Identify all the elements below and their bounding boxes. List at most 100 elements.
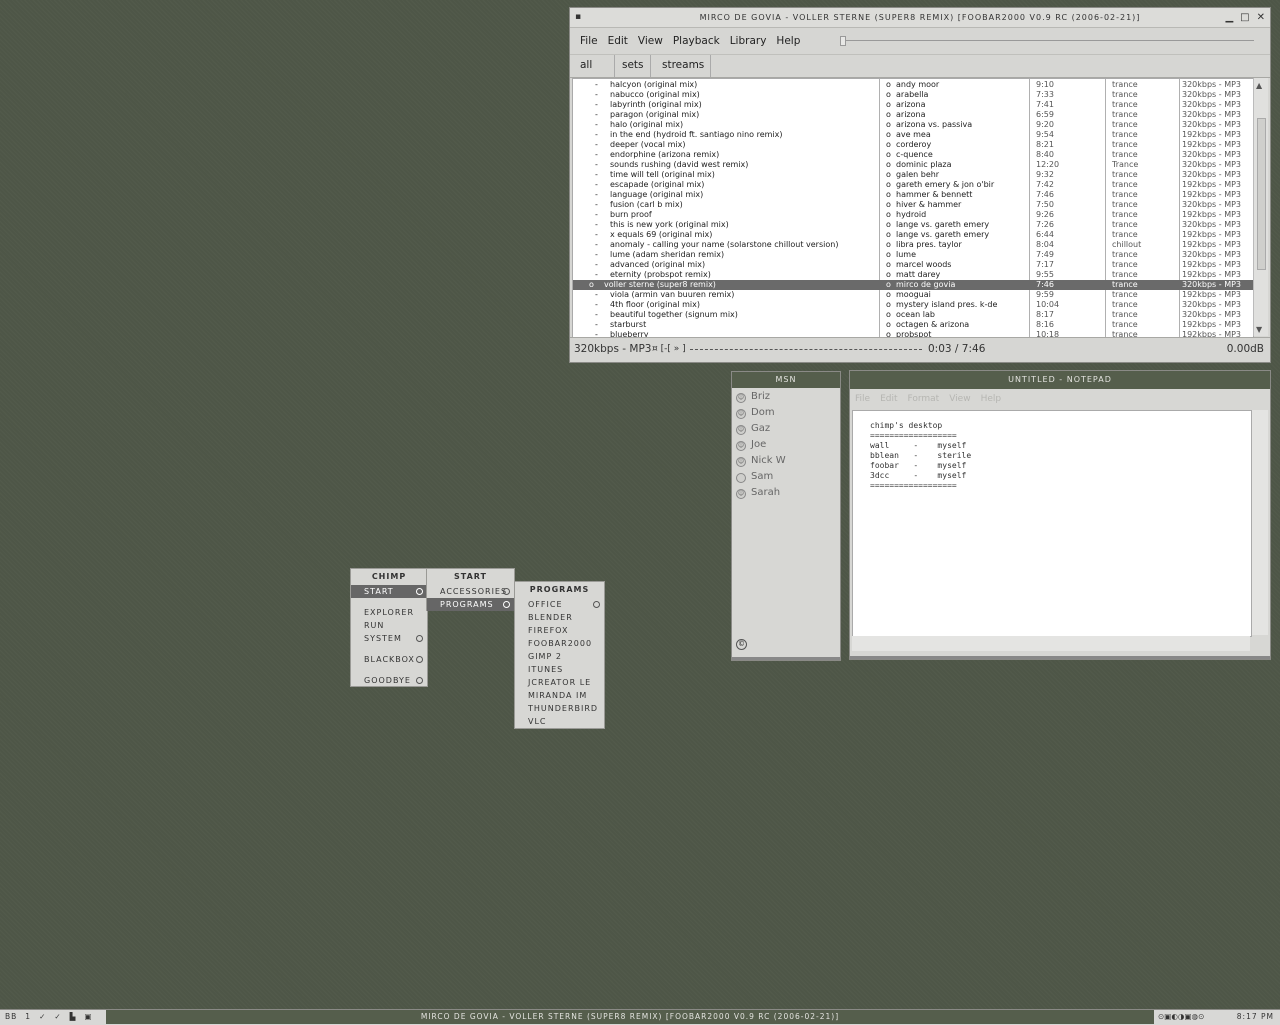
playlist-row[interactable]: - eternity (probspot remix) o matt darey 9:5…: [573, 270, 1253, 280]
status-icon[interactable]: ©: [736, 639, 747, 650]
tab-all[interactable]: all: [574, 55, 615, 77]
menu-item-program[interactable]: BLENDER: [515, 611, 604, 624]
playlist-row[interactable]: - deeper (vocal mix) o corderoy 8:21 trance 19…: [573, 140, 1253, 150]
workspace-number[interactable]: 1: [25, 1012, 31, 1021]
np-menu-format[interactable]: Format: [908, 394, 940, 404]
np-menu-edit[interactable]: Edit: [880, 394, 897, 404]
menu-library[interactable]: Library: [725, 28, 772, 54]
notepad-hscroll[interactable]: [852, 636, 1250, 651]
menu-item-program[interactable]: THUNDERBIRD: [515, 702, 604, 715]
scroll-up-icon[interactable]: ▲: [1256, 81, 1262, 90]
playlist-row[interactable]: - fusion (carl b mix) o hiver & hammer 7:50 t…: [573, 200, 1253, 210]
playlist-row[interactable]: - labyrinth (original mix) o arizona 7:41 tra…: [573, 100, 1253, 110]
playlist-row[interactable]: - beautiful together (signum mix) o ocean l…: [573, 310, 1253, 320]
contact-name: Briz: [751, 391, 770, 402]
menu-item-program[interactable]: GIMP 2: [515, 650, 604, 663]
playlist-row[interactable]: - time will tell (original mix) o galen beh…: [573, 170, 1253, 180]
tab-streams[interactable]: streams: [656, 55, 712, 77]
playlist-row[interactable]: - burn proof o hydroid 9:26 trance 192kbps - M…: [573, 210, 1253, 220]
playlist-row[interactable]: - advanced (original mix) o marcel woods 7:1…: [573, 260, 1253, 270]
taskbar-active-task[interactable]: MIRCO DE GOVIA - VOLLER STERNE (SUPER8 R…: [106, 1010, 1154, 1024]
playlist-row[interactable]: - language (original mix) o hammer & bennet…: [573, 190, 1253, 200]
menu-playback[interactable]: Playback: [668, 28, 725, 54]
notepad-vscroll[interactable]: [1252, 410, 1268, 635]
menu-file[interactable]: File: [575, 28, 603, 54]
playlist-row[interactable]: - endorphine (arizona remix) o c-quence 8:40…: [573, 150, 1253, 160]
contact-item[interactable]: ☺ Dom: [732, 406, 840, 422]
playlist-row[interactable]: - halo (original mix) o arizona vs. passiva…: [573, 120, 1253, 130]
playlist-row[interactable]: - escapade (original mix) o gareth emery & …: [573, 180, 1253, 190]
tab-sets[interactable]: sets: [616, 55, 651, 77]
window-icon[interactable]: ▣: [84, 1012, 92, 1021]
scroll-thumb[interactable]: [1257, 118, 1266, 270]
check-icon[interactable]: ✓: [54, 1012, 61, 1021]
playlist-row[interactable]: - anomaly - calling your name (solarstone…: [573, 240, 1253, 250]
check-icon[interactable]: ✓: [39, 1012, 46, 1021]
menu-item-program[interactable]: JCREATOR LE: [515, 676, 604, 689]
menu-item-explorer[interactable]: EXPLORER: [351, 606, 427, 619]
menu-item-program[interactable]: ITUNES: [515, 663, 604, 676]
notepad-title[interactable]: UNTITLED - NOTEPAD: [850, 371, 1270, 389]
np-menu-view[interactable]: View: [949, 394, 970, 404]
status-volume[interactable]: 0.00dB: [1227, 338, 1264, 360]
scroll-down-icon[interactable]: ▼: [1256, 325, 1262, 334]
menu-item-program[interactable]: FOOBAR2000: [515, 637, 604, 650]
menu-item-blackbox[interactable]: BLACKBOX: [351, 653, 427, 666]
contact-item[interactable]: Sam: [732, 470, 840, 486]
system-tray[interactable]: ⊙▣◐◑▣◍⊙: [1158, 1010, 1204, 1024]
menu-item-program[interactable]: OFFICE: [515, 598, 604, 611]
contact-item[interactable]: ☺ Briz: [732, 390, 840, 406]
close-icon[interactable]: ✕: [1257, 12, 1266, 23]
toolbar-label[interactable]: BB: [5, 1012, 17, 1021]
playlist-row[interactable]: - nabucco (original mix) o arabella 7:33 tran…: [573, 90, 1253, 100]
track-genre: trance: [1112, 100, 1138, 109]
menu-item-run[interactable]: RUN: [351, 619, 427, 632]
menu-item-program[interactable]: MIRANDA IM: [515, 689, 604, 702]
playlist-row[interactable]: - viola (armin van buuren remix) o mooguai 9…: [573, 290, 1253, 300]
menu-item-program[interactable]: VLC: [515, 715, 604, 728]
playlist-row[interactable]: - halcyon (original mix) o andy moor 9:10 tra…: [573, 80, 1253, 90]
playlist-row[interactable]: - x equals 69 (original mix) o lange vs. ga…: [573, 230, 1253, 240]
menu-view[interactable]: View: [633, 28, 668, 54]
menu-item-start[interactable]: START: [351, 585, 427, 598]
menu-item-system[interactable]: SYSTEM: [351, 632, 427, 645]
playlist-row[interactable]: - sounds rushing (david west remix) o domin…: [573, 160, 1253, 170]
playlist-row[interactable]: - in the end (hydroid ft. santiago nino r…: [573, 130, 1253, 140]
seek-handle[interactable]: [840, 36, 846, 46]
np-menu-file[interactable]: File: [855, 394, 870, 404]
playlist-row[interactable]: o voller sterne (super8 remix) o mirco de g…: [573, 280, 1253, 290]
rating-dot: o: [886, 130, 891, 139]
contact-item[interactable]: ☺ Joe: [732, 438, 840, 454]
track-artist: hammer & bennett: [896, 190, 973, 199]
window-menu-icon[interactable]: ▪: [575, 8, 582, 27]
status-controls[interactable]: ¤ [-[ » ]: [652, 338, 686, 360]
contact-item[interactable]: ☺ Sarah: [732, 486, 840, 502]
contact-item[interactable]: ☺ Nick W: [732, 454, 840, 470]
menu-edit[interactable]: Edit: [603, 28, 633, 54]
playlist[interactable]: - halcyon (original mix) o andy moor 9:10 tra…: [572, 78, 1254, 338]
minimize-icon[interactable]: ▁: [1225, 12, 1234, 23]
track-artist: gareth emery & jon o'bir: [896, 180, 995, 189]
playlist-row[interactable]: - starburst o octagen & arizona 8:16 trance 19…: [573, 320, 1253, 330]
playlist-row[interactable]: - this is new york (original mix) o lange v…: [573, 220, 1253, 230]
window-icon[interactable]: ▙: [70, 1012, 77, 1021]
track-genre: trance: [1112, 180, 1138, 189]
foobar-title-bar[interactable]: ▪ MIRCO DE GOVIA - VOLLER STERNE (SUPER8…: [570, 8, 1270, 28]
np-menu-help[interactable]: Help: [981, 394, 1002, 404]
menu-item-accessories[interactable]: ACCESSORIES: [427, 585, 514, 598]
contact-item[interactable]: ☺ Gaz: [732, 422, 840, 438]
menu-item-programs[interactable]: PROGRAMS: [427, 598, 514, 611]
playlist-row[interactable]: - paragon (original mix) o arizona 6:59 tranc…: [573, 110, 1253, 120]
menu-help[interactable]: Help: [771, 28, 805, 54]
seek-bar[interactable]: [840, 36, 1254, 46]
msn-title[interactable]: MSN: [732, 372, 840, 388]
maximize-icon[interactable]: □: [1240, 12, 1250, 23]
menu-item-goodbye[interactable]: GOODBYE: [351, 674, 427, 687]
playlist-scrollbar[interactable]: ▲ ▼: [1253, 78, 1268, 336]
track-length: 7:26: [1036, 220, 1054, 229]
playlist-row[interactable]: - lume (adam sheridan remix) o lume 7:49 tran…: [573, 250, 1253, 260]
notepad-text-area[interactable]: chimp's desktop ================== wall …: [852, 410, 1252, 637]
menu-item-program[interactable]: FIREFOX: [515, 624, 604, 637]
queue-marker: -: [595, 290, 598, 299]
playlist-row[interactable]: - 4th floor (original mix) o mystery island…: [573, 300, 1253, 310]
